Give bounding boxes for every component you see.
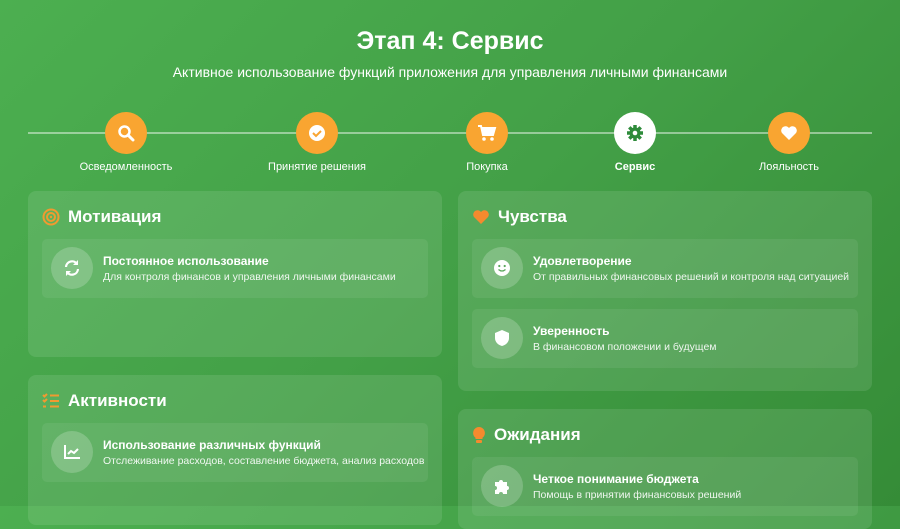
item-title: Уверенность [533,324,610,338]
item-description: От правильных финансовых решений и контр… [533,271,850,283]
shield-icon [481,317,523,359]
item-title: Использование различных функций [103,438,321,452]
item-title: Четкое понимание бюджета [533,472,699,486]
card-expectations: Ожидания Четкое понимание бюджета Помощь… [458,409,872,529]
item-description: Помощь в принятии финансовых решений [533,489,742,501]
smile-icon [481,247,523,289]
item-title: Постоянное использование [103,254,269,268]
page-subtitle: Активное использование функций приложени… [172,64,728,80]
step-decision[interactable]: Принятие решения [247,112,387,173]
gear-icon [614,112,656,154]
task-list-icon [42,393,59,408]
list-item: Удовлетворение От правильных финансовых … [472,239,858,298]
card-feelings: Чувства Удовлетворение От правильных фин… [458,191,872,391]
card-activities: Активности Использование различных функц… [28,375,442,525]
item-title: Удовлетворение [533,254,632,268]
card-title: Активности [68,391,167,410]
list-item: Четкое понимание бюджета Помощь в принят… [472,457,858,516]
card-title: Ожидания [494,425,581,444]
item-description: Для контроля финансов и управления личны… [103,271,396,283]
step-label: Сервис [614,161,656,173]
sync-icon [51,247,93,289]
target-icon [42,208,60,226]
heart-icon [768,112,810,154]
check-circle-icon [296,112,338,154]
step-label: Принятие решения [268,161,366,173]
puzzle-icon [481,465,523,507]
step-label: Лояльность [759,161,819,173]
cart-icon [466,112,508,154]
heart-icon [473,210,489,224]
list-item: Постоянное использование Для контроля фи… [42,239,428,298]
card-title: Мотивация [68,207,162,226]
lightbulb-icon [473,427,485,443]
chart-line-icon [51,431,93,473]
list-item: Уверенность В финансовом положении и буд… [472,309,858,368]
page-title: Этап 4: Сервис [356,27,544,55]
step-label: Осведомленность [79,161,173,173]
list-item: Использование различных функций Отслежив… [42,423,428,482]
card-title: Чувства [498,207,567,226]
step-loyalty[interactable]: Лояльность [719,112,859,173]
step-service[interactable]: Сервис [565,112,705,173]
item-description: В финансовом положении и будущем [533,341,717,353]
step-awareness[interactable]: Осведомленность [56,112,196,173]
step-label: Покупка [466,161,508,173]
step-purchase[interactable]: Покупка [417,112,557,173]
card-motivation: Мотивация Постоянное использование Для к… [28,191,442,357]
search-icon [105,112,147,154]
item-description: Отслеживание расходов, составление бюдже… [103,455,425,467]
